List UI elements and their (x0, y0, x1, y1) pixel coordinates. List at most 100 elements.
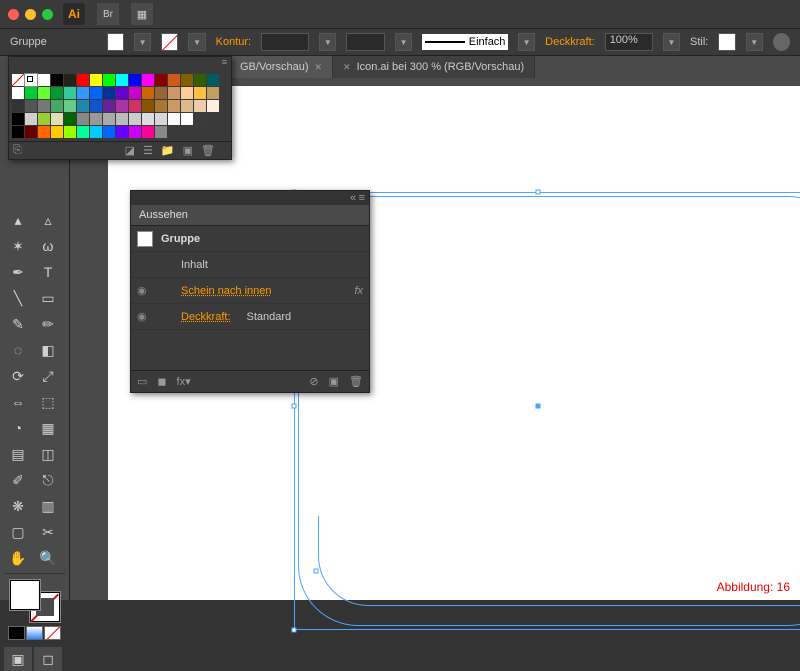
contents-row[interactable]: Inhalt (131, 252, 369, 278)
hand-tool[interactable]: ✋ (4, 546, 32, 570)
swatch[interactable] (181, 100, 193, 112)
swatch[interactable] (116, 100, 128, 112)
swatch-options-icon[interactable]: ☰ (143, 144, 153, 157)
stroke-weight-drop[interactable]: ▼ (319, 33, 336, 51)
var-width[interactable] (346, 33, 385, 51)
swatch[interactable] (168, 100, 180, 112)
none-mode[interactable] (44, 626, 61, 640)
effect-row[interactable]: ◉ Schein nach innen fx (131, 278, 369, 304)
gradient-tool[interactable]: ◫ (34, 442, 62, 466)
swatch-lib-icon[interactable]: ⎘ (13, 144, 22, 157)
shape-builder-tool[interactable]: ◔ (4, 416, 32, 440)
panel-menu-icon[interactable]: ≡ (9, 57, 231, 71)
swatch[interactable] (142, 113, 154, 125)
swatch[interactable] (129, 74, 141, 86)
appearance-tab[interactable]: Aussehen (131, 205, 369, 226)
visibility-toggle[interactable]: ◉ (137, 310, 151, 323)
swatch[interactable] (12, 126, 24, 138)
artboard-tool[interactable]: ▢ (4, 520, 32, 544)
swatch[interactable] (207, 87, 219, 99)
swatch[interactable] (116, 113, 128, 125)
fill-stroke-control[interactable] (10, 580, 60, 622)
fill-box[interactable] (10, 580, 40, 610)
new-swatch-icon[interactable]: ▣ (183, 144, 193, 157)
swatch[interactable] (129, 126, 141, 138)
swatch[interactable] (168, 74, 180, 86)
swatch[interactable] (38, 87, 50, 99)
swatch[interactable] (142, 87, 154, 99)
swatch[interactable] (103, 126, 115, 138)
swatch[interactable] (77, 113, 89, 125)
magic-wand-tool[interactable]: ✶ (4, 234, 32, 258)
target-thumb[interactable] (137, 231, 153, 247)
rotate-tool[interactable]: ⟳ (4, 364, 32, 388)
stroke-swatch-none[interactable] (161, 33, 178, 51)
swatch[interactable] (64, 126, 76, 138)
opacity-row[interactable]: ◉ Deckkraft: Standard (131, 304, 369, 330)
zoom-window[interactable] (42, 9, 53, 20)
pen-tool[interactable]: ✒ (4, 260, 32, 284)
clear-icon[interactable]: ⊘ (309, 375, 318, 388)
swatch[interactable] (77, 100, 89, 112)
opacity-field[interactable]: 100% (605, 33, 653, 51)
fill-dropdown[interactable]: ▼ (134, 33, 151, 51)
width-tool[interactable]: ⇔ (4, 390, 32, 414)
swatch[interactable] (155, 126, 167, 138)
handle-tm[interactable] (536, 190, 541, 195)
anchor-3[interactable] (314, 569, 319, 574)
swatch[interactable] (142, 74, 154, 86)
add-effect-icon[interactable]: fx▾ (177, 375, 191, 388)
swatch[interactable] (25, 126, 37, 138)
swatch[interactable] (129, 100, 141, 112)
doc-tab-1[interactable]: GB/Vorschau)✕ (230, 56, 333, 78)
kontur-label[interactable]: Kontur: (216, 36, 251, 48)
swatch[interactable] (90, 87, 102, 99)
swatch[interactable] (51, 87, 63, 99)
duplicate-icon[interactable]: ▣ (329, 375, 339, 388)
swatch[interactable] (181, 87, 193, 99)
swatch[interactable] (51, 126, 63, 138)
swatch[interactable] (38, 113, 50, 125)
swatch[interactable] (12, 74, 24, 86)
eraser-tool[interactable]: ◧ (34, 338, 62, 362)
swatch[interactable] (38, 100, 50, 112)
line-tool[interactable]: ╲ (4, 286, 32, 310)
arrange-icon[interactable]: ▦ (131, 3, 153, 25)
fill-swatch[interactable] (107, 33, 124, 51)
fx-icon[interactable]: fx (354, 285, 363, 297)
swatch[interactable] (194, 113, 206, 125)
blob-brush-tool[interactable]: ◌ (4, 338, 32, 362)
swatch[interactable] (12, 87, 24, 99)
eyedropper-tool[interactable]: ✐ (4, 468, 32, 492)
swatch[interactable] (38, 126, 50, 138)
var-width-drop[interactable]: ▼ (395, 33, 412, 51)
minimize-window[interactable] (25, 9, 36, 20)
brush-style[interactable]: Einfach (422, 34, 508, 50)
swatch[interactable] (38, 74, 50, 86)
doc-tab-2[interactable]: ✕Icon.ai bei 300 % (RGB/Vorschau) (333, 56, 535, 78)
swatch[interactable] (168, 113, 180, 125)
handle-ml[interactable] (292, 404, 297, 409)
brush-drop[interactable]: ▼ (518, 33, 535, 51)
stroke-weight[interactable] (261, 33, 309, 51)
swatch[interactable] (90, 126, 102, 138)
swatch[interactable] (64, 87, 76, 99)
rectangle-tool[interactable]: ▭ (34, 286, 62, 310)
swatch[interactable] (116, 87, 128, 99)
swatch[interactable] (129, 87, 141, 99)
swatch[interactable] (25, 74, 37, 86)
free-transform-tool[interactable]: ⬚ (34, 390, 62, 414)
swatch[interactable] (12, 100, 24, 112)
stroke-dropdown[interactable]: ▼ (188, 33, 205, 51)
new-stroke-icon[interactable]: ▭ (137, 375, 147, 388)
swatch[interactable] (194, 87, 206, 99)
swatch[interactable] (64, 100, 76, 112)
panel-menu-icon[interactable]: ≡ (359, 192, 365, 204)
lasso-tool[interactable]: ω (34, 234, 62, 258)
swatch[interactable] (155, 87, 167, 99)
deckkraft-label[interactable]: Deckkraft: (545, 36, 595, 48)
swatch[interactable] (25, 100, 37, 112)
swatch[interactable] (181, 113, 193, 125)
delete-icon[interactable]: 🗑 (349, 375, 363, 388)
swatch[interactable] (77, 126, 89, 138)
